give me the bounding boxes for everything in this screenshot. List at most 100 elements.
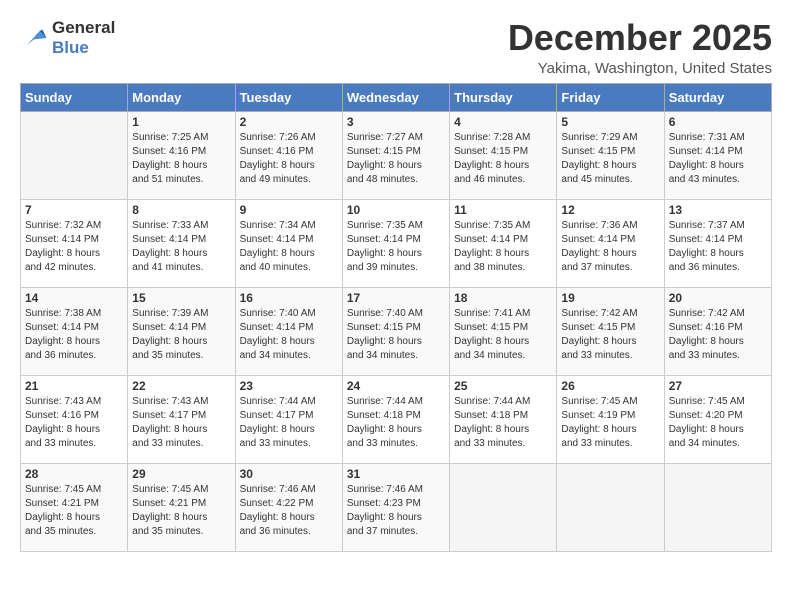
day-number: 29 xyxy=(132,467,230,481)
weekday-header: Monday xyxy=(128,83,235,111)
day-info: Sunrise: 7:32 AM Sunset: 4:14 PM Dayligh… xyxy=(25,219,123,275)
day-number: 11 xyxy=(454,203,552,217)
day-number: 3 xyxy=(347,115,445,129)
day-number: 6 xyxy=(669,115,767,129)
day-info: Sunrise: 7:43 AM Sunset: 4:16 PM Dayligh… xyxy=(25,395,123,451)
calendar-cell: 12 Sunrise: 7:36 AM Sunset: 4:14 PM Dayli… xyxy=(557,199,664,287)
day-number: 23 xyxy=(240,379,338,393)
calendar-week-row: 1 Sunrise: 7:25 AM Sunset: 4:16 PM Daylig… xyxy=(21,111,772,199)
day-info: Sunrise: 7:26 AM Sunset: 4:16 PM Dayligh… xyxy=(240,131,338,187)
title-block: December 2025 Yakima, Washington, United… xyxy=(508,18,772,77)
day-info: Sunrise: 7:35 AM Sunset: 4:14 PM Dayligh… xyxy=(454,219,552,275)
calendar-cell: 30 Sunrise: 7:46 AM Sunset: 4:22 PM Dayli… xyxy=(235,463,342,551)
day-number: 7 xyxy=(25,203,123,217)
calendar-cell: 13Sunrise: 7:37 AM Sunset: 4:14 PM Dayli… xyxy=(664,199,771,287)
day-info: Sunrise: 7:33 AM Sunset: 4:14 PM Dayligh… xyxy=(132,219,230,275)
day-number: 2 xyxy=(240,115,338,129)
day-number: 9 xyxy=(240,203,338,217)
calendar-cell: 26Sunrise: 7:45 AM Sunset: 4:19 PM Dayli… xyxy=(557,375,664,463)
calendar-cell: 27 Sunrise: 7:45 AM Sunset: 4:20 PM Dayli… xyxy=(664,375,771,463)
day-number: 15 xyxy=(132,291,230,305)
calendar-cell: 16Sunrise: 7:40 AM Sunset: 4:14 PM Dayli… xyxy=(235,287,342,375)
location-title: Yakima, Washington, United States xyxy=(508,60,772,77)
day-info: Sunrise: 7:40 AM Sunset: 4:14 PM Dayligh… xyxy=(240,307,338,363)
calendar-week-row: 7 Sunrise: 7:32 AM Sunset: 4:14 PM Daylig… xyxy=(21,199,772,287)
day-number: 19 xyxy=(561,291,659,305)
day-number: 24 xyxy=(347,379,445,393)
day-info: Sunrise: 7:45 AM Sunset: 4:19 PM Dayligh… xyxy=(561,395,659,451)
day-info: Sunrise: 7:44 AM Sunset: 4:18 PM Dayligh… xyxy=(454,395,552,451)
day-info: Sunrise: 7:45 AM Sunset: 4:20 PM Dayligh… xyxy=(669,395,767,451)
day-info: Sunrise: 7:36 AM Sunset: 4:14 PM Dayligh… xyxy=(561,219,659,275)
calendar-cell: 14 Sunrise: 7:38 AM Sunset: 4:14 PM Dayli… xyxy=(21,287,128,375)
calendar-week-row: 14 Sunrise: 7:38 AM Sunset: 4:14 PM Dayli… xyxy=(21,287,772,375)
day-number: 1 xyxy=(132,115,230,129)
calendar-cell: 21 Sunrise: 7:43 AM Sunset: 4:16 PM Dayli… xyxy=(21,375,128,463)
day-info: Sunrise: 7:45 AM Sunset: 4:21 PM Dayligh… xyxy=(132,483,230,539)
day-number: 22 xyxy=(132,379,230,393)
day-number: 28 xyxy=(25,467,123,481)
day-info: Sunrise: 7:42 AM Sunset: 4:16 PM Dayligh… xyxy=(669,307,767,363)
calendar-cell: 22Sunrise: 7:43 AM Sunset: 4:17 PM Dayli… xyxy=(128,375,235,463)
day-info: Sunrise: 7:40 AM Sunset: 4:15 PM Dayligh… xyxy=(347,307,445,363)
calendar-cell: 23 Sunrise: 7:44 AM Sunset: 4:17 PM Dayli… xyxy=(235,375,342,463)
day-number: 5 xyxy=(561,115,659,129)
day-info: Sunrise: 7:27 AM Sunset: 4:15 PM Dayligh… xyxy=(347,131,445,187)
logo-icon xyxy=(20,24,48,52)
calendar-cell: 7 Sunrise: 7:32 AM Sunset: 4:14 PM Daylig… xyxy=(21,199,128,287)
weekday-header: Tuesday xyxy=(235,83,342,111)
weekday-header: Saturday xyxy=(664,83,771,111)
day-info: Sunrise: 7:34 AM Sunset: 4:14 PM Dayligh… xyxy=(240,219,338,275)
month-title: December 2025 xyxy=(508,18,772,58)
calendar-table: SundayMondayTuesdayWednesdayThursdayFrid… xyxy=(20,83,772,552)
calendar-cell: 28 Sunrise: 7:45 AM Sunset: 4:21 PM Dayli… xyxy=(21,463,128,551)
calendar-cell: 10 Sunrise: 7:35 AM Sunset: 4:14 PM Dayli… xyxy=(342,199,449,287)
day-info: Sunrise: 7:38 AM Sunset: 4:14 PM Dayligh… xyxy=(25,307,123,363)
weekday-header: Wednesday xyxy=(342,83,449,111)
day-number: 8 xyxy=(132,203,230,217)
day-number: 30 xyxy=(240,467,338,481)
weekday-header: Sunday xyxy=(21,83,128,111)
weekday-header: Friday xyxy=(557,83,664,111)
logo-text: General Blue xyxy=(52,18,115,57)
day-info: Sunrise: 7:46 AM Sunset: 4:23 PM Dayligh… xyxy=(347,483,445,539)
calendar-cell xyxy=(450,463,557,551)
calendar-week-row: 21 Sunrise: 7:43 AM Sunset: 4:16 PM Dayli… xyxy=(21,375,772,463)
calendar-cell: 9 Sunrise: 7:34 AM Sunset: 4:14 PM Daylig… xyxy=(235,199,342,287)
weekday-header: Thursday xyxy=(450,83,557,111)
calendar-cell: 6 Sunrise: 7:31 AM Sunset: 4:14 PM Daylig… xyxy=(664,111,771,199)
day-info: Sunrise: 7:46 AM Sunset: 4:22 PM Dayligh… xyxy=(240,483,338,539)
day-number: 18 xyxy=(454,291,552,305)
calendar-cell: 5Sunrise: 7:29 AM Sunset: 4:15 PM Daylig… xyxy=(557,111,664,199)
day-info: Sunrise: 7:45 AM Sunset: 4:21 PM Dayligh… xyxy=(25,483,123,539)
calendar-cell xyxy=(21,111,128,199)
calendar-cell: 17 Sunrise: 7:40 AM Sunset: 4:15 PM Dayli… xyxy=(342,287,449,375)
calendar-cell xyxy=(664,463,771,551)
day-number: 10 xyxy=(347,203,445,217)
day-number: 17 xyxy=(347,291,445,305)
calendar-cell: 31Sunrise: 7:46 AM Sunset: 4:23 PM Dayli… xyxy=(342,463,449,551)
calendar-cell: 20Sunrise: 7:42 AM Sunset: 4:16 PM Dayli… xyxy=(664,287,771,375)
day-info: Sunrise: 7:44 AM Sunset: 4:17 PM Dayligh… xyxy=(240,395,338,451)
day-number: 13 xyxy=(669,203,767,217)
day-number: 27 xyxy=(669,379,767,393)
day-info: Sunrise: 7:25 AM Sunset: 4:16 PM Dayligh… xyxy=(132,131,230,187)
day-info: Sunrise: 7:35 AM Sunset: 4:14 PM Dayligh… xyxy=(347,219,445,275)
day-number: 4 xyxy=(454,115,552,129)
calendar-cell: 3 Sunrise: 7:27 AM Sunset: 4:15 PM Daylig… xyxy=(342,111,449,199)
calendar-cell: 18Sunrise: 7:41 AM Sunset: 4:15 PM Dayli… xyxy=(450,287,557,375)
day-number: 21 xyxy=(25,379,123,393)
day-number: 14 xyxy=(25,291,123,305)
calendar-week-row: 28 Sunrise: 7:45 AM Sunset: 4:21 PM Dayli… xyxy=(21,463,772,551)
page-container: General Blue December 2025 Yakima, Washi… xyxy=(0,0,792,562)
header-row: General Blue December 2025 Yakima, Washi… xyxy=(20,18,772,77)
day-number: 12 xyxy=(561,203,659,217)
day-info: Sunrise: 7:31 AM Sunset: 4:14 PM Dayligh… xyxy=(669,131,767,187)
calendar-cell: 1 Sunrise: 7:25 AM Sunset: 4:16 PM Daylig… xyxy=(128,111,235,199)
calendar-cell: 2 Sunrise: 7:26 AM Sunset: 4:16 PM Daylig… xyxy=(235,111,342,199)
day-number: 25 xyxy=(454,379,552,393)
calendar-cell xyxy=(557,463,664,551)
calendar-cell: 11 Sunrise: 7:35 AM Sunset: 4:14 PM Dayli… xyxy=(450,199,557,287)
calendar-cell: 24Sunrise: 7:44 AM Sunset: 4:18 PM Dayli… xyxy=(342,375,449,463)
calendar-cell: 19Sunrise: 7:42 AM Sunset: 4:15 PM Dayli… xyxy=(557,287,664,375)
